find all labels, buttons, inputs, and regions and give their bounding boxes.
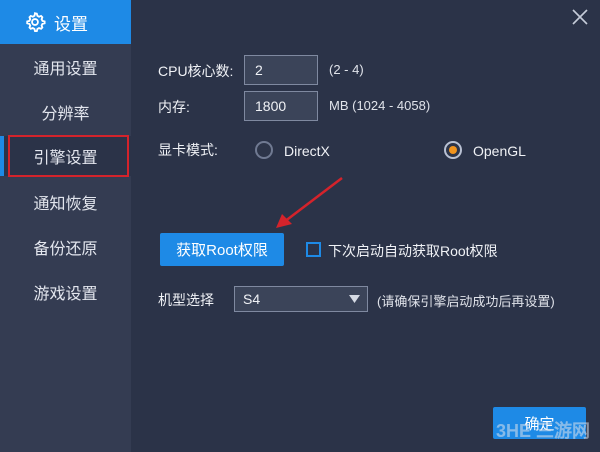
auto-root-checkbox[interactable] (306, 242, 321, 257)
get-root-label: 获取Root权限 (176, 242, 268, 259)
model-note: (请确保引擎启动成功后再设置) (377, 294, 555, 309)
sidebar-item-label: 通知恢复 (33, 196, 98, 213)
memory-label: 内存: (158, 99, 190, 115)
annotation-arrow (276, 177, 343, 228)
sidebar-item-label: 分辨率 (41, 106, 90, 123)
cpu-value: 2 (255, 62, 263, 78)
sidebar: 设置 通用设置 分辨率 引擎设置 通知恢复 备份还原 游戏设置 (0, 0, 131, 452)
get-root-button[interactable]: 获取Root权限 (160, 233, 284, 266)
watermark: 3HE 三游网 (496, 421, 591, 441)
sidebar-header: 设置 (0, 0, 131, 44)
opengl-radio[interactable] (444, 141, 462, 159)
auto-root-label[interactable]: 下次启动自动获取Root权限 (328, 241, 498, 261)
memory-input[interactable]: 1800 (244, 91, 318, 121)
sidebar-item-label: 通用设置 (33, 61, 98, 78)
sidebar-item-games[interactable]: 游戏设置 (0, 272, 131, 312)
sidebar-item-notification[interactable]: 通知恢复 (0, 182, 131, 222)
directx-label[interactable]: DirectX (284, 143, 330, 159)
gear-icon (26, 12, 46, 32)
sidebar-item-backup[interactable]: 备份还原 (0, 227, 131, 267)
chevron-down-icon (349, 295, 360, 303)
model-select[interactable]: S4 (234, 286, 368, 312)
model-value: S4 (243, 291, 261, 307)
sidebar-item-resolution[interactable]: 分辨率 (0, 92, 131, 132)
model-label: 机型选择 (158, 292, 214, 308)
active-indicator (0, 136, 4, 176)
memory-value: 1800 (255, 98, 287, 114)
memory-range: MB (1024 - 4058) (329, 98, 431, 113)
close-icon[interactable] (571, 8, 589, 26)
sidebar-item-label: 备份还原 (33, 241, 98, 258)
sidebar-item-label: 游戏设置 (33, 286, 98, 303)
cpu-range: (2 - 4) (329, 62, 364, 77)
cpu-label: CPU核心数: (158, 63, 234, 79)
directx-radio[interactable] (255, 141, 273, 159)
opengl-label[interactable]: OpenGL (473, 143, 526, 159)
cpu-input[interactable]: 2 (244, 55, 318, 85)
window-title: 设置 (54, 14, 88, 34)
sidebar-item-general[interactable]: 通用设置 (0, 47, 131, 87)
highlight-box (8, 135, 129, 177)
gpu-label: 显卡模式: (158, 142, 218, 158)
